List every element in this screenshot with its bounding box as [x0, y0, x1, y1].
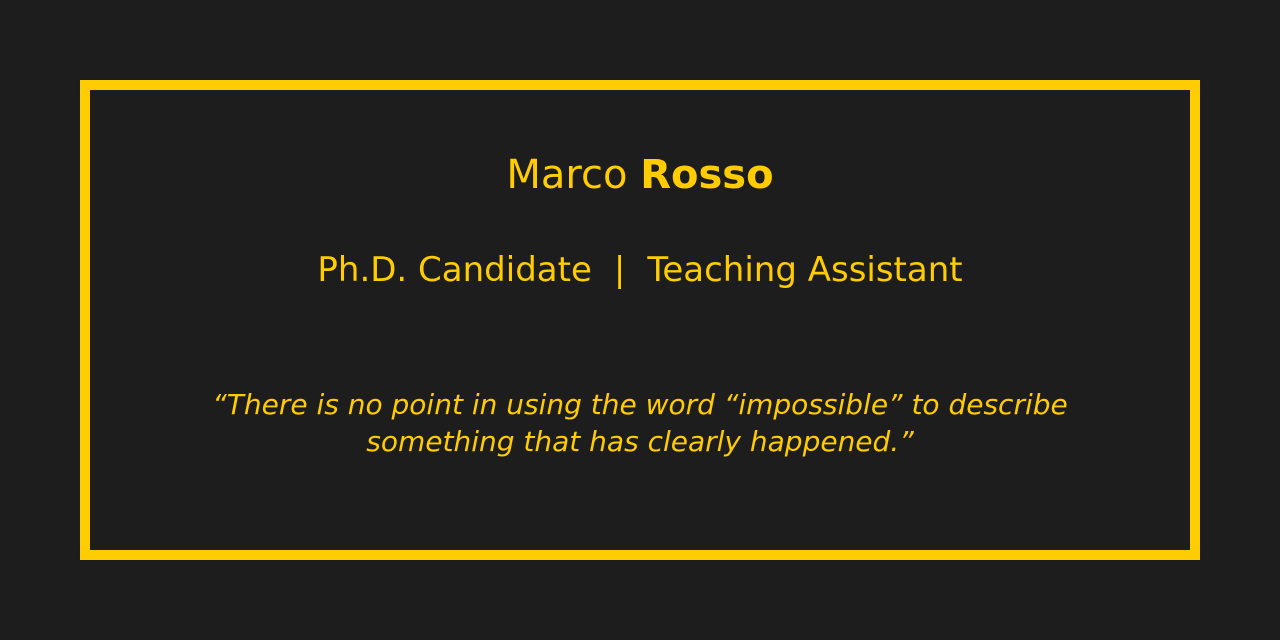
roles-line: Ph.D. Candidate | Teaching Assistant	[0, 248, 1280, 292]
role-secondary: Teaching Assistant	[647, 250, 963, 290]
quote-line-1: “There is no point in using the word “im…	[212, 388, 1068, 421]
quote-block: “There is no point in using the word “im…	[0, 386, 1280, 460]
last-name: Rosso	[640, 152, 774, 198]
quote-line-2: something that has clearly happened.”	[366, 425, 914, 458]
first-name: Marco	[506, 152, 628, 198]
role-primary: Ph.D. Candidate	[317, 250, 592, 290]
role-separator: |	[613, 250, 626, 290]
full-name-heading: Marco Rosso	[0, 150, 1280, 200]
